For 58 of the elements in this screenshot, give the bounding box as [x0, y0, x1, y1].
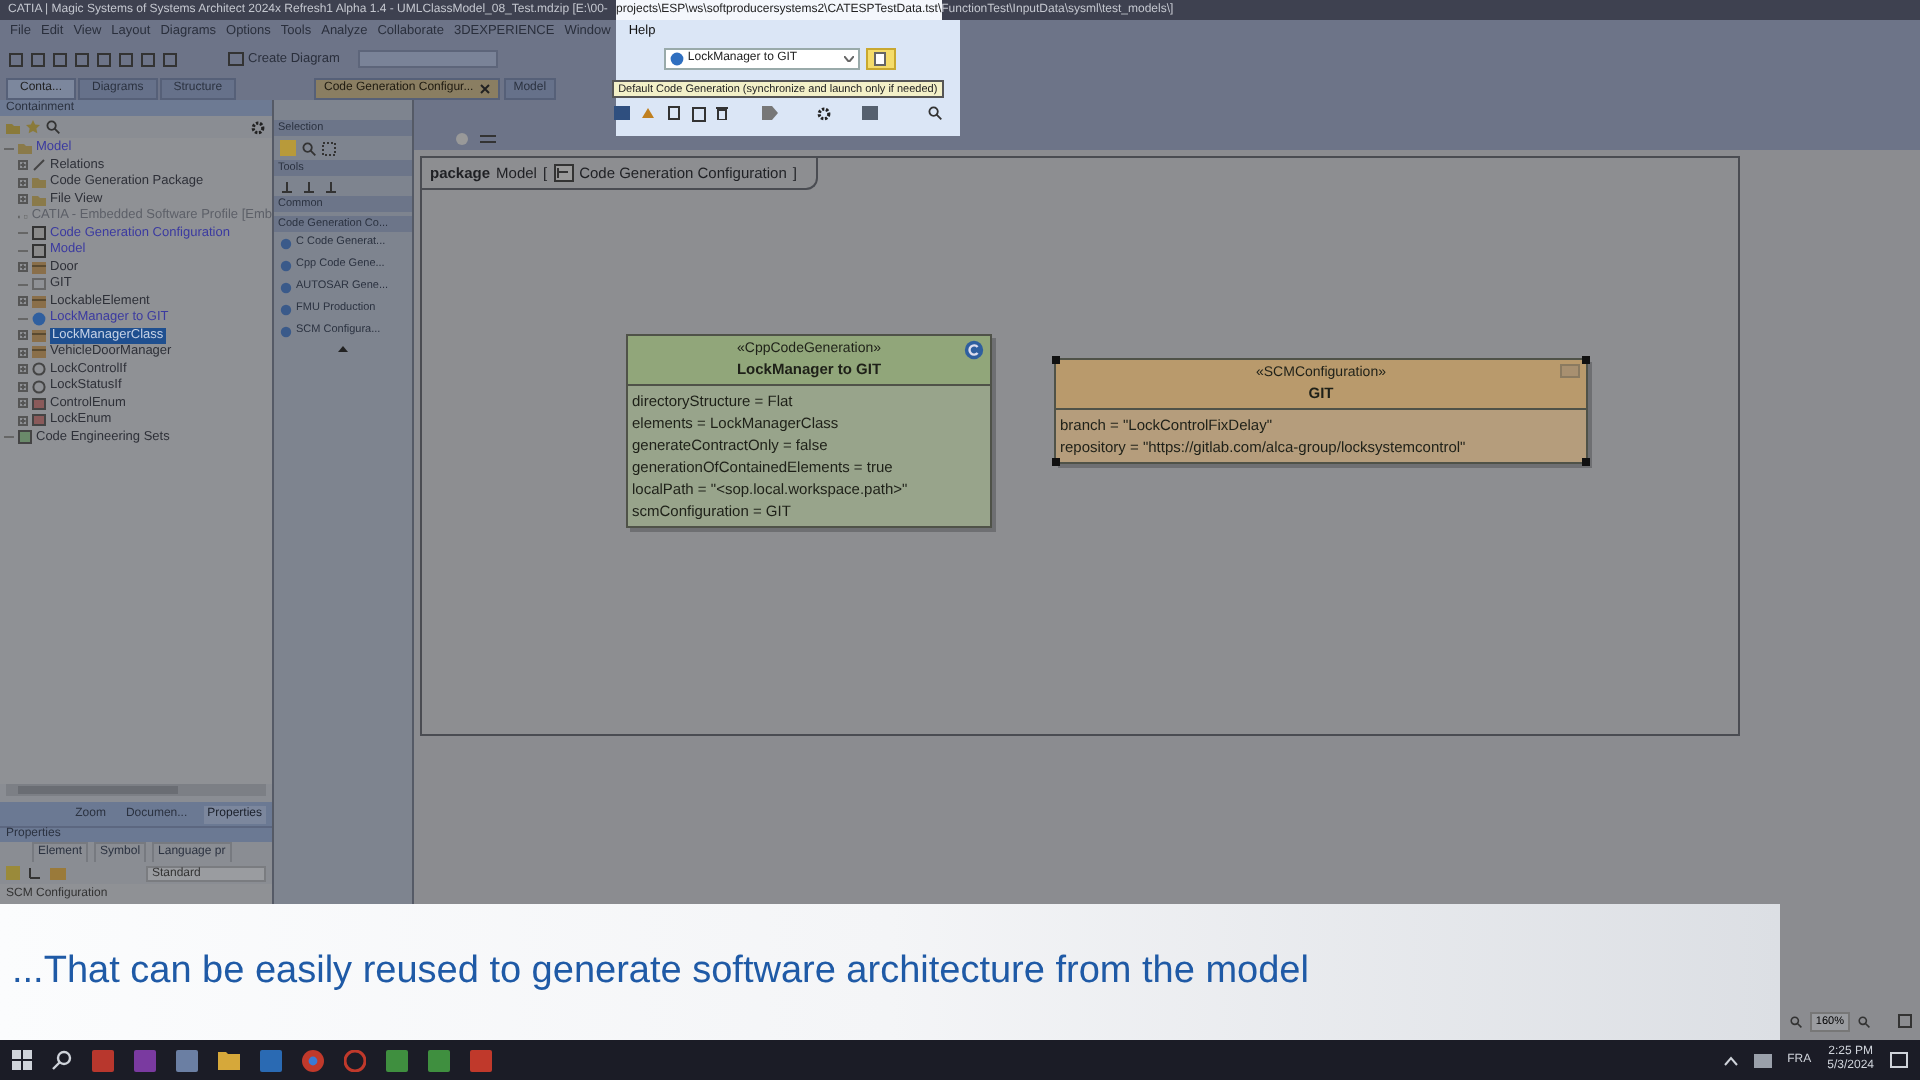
- search-field[interactable]: [357, 50, 498, 68]
- diagram-icon: [553, 164, 574, 182]
- marquee-icon[interactable]: [322, 141, 336, 155]
- tool-icon[interactable]: [302, 179, 316, 193]
- browser-icon[interactable]: [302, 1049, 324, 1071]
- app-icon[interactable]: [260, 1049, 282, 1071]
- paint-icon[interactable]: [640, 106, 658, 120]
- tool-icon[interactable]: [324, 179, 338, 193]
- class-icon: [32, 261, 46, 274]
- caption-text: ...That can be easily reused to generate software architecture from the model: [12, 947, 1309, 996]
- search-icon[interactable]: [52, 1050, 72, 1070]
- app-icon[interactable]: [386, 1049, 408, 1071]
- diagram-icon: [228, 52, 244, 66]
- app-icon[interactable]: [134, 1049, 156, 1071]
- app-icon[interactable]: [344, 1049, 366, 1071]
- export-icon[interactable]: [762, 106, 778, 120]
- class-icon: [32, 346, 46, 359]
- star-icon[interactable]: [26, 120, 40, 134]
- config-icon: [669, 52, 684, 66]
- scrollbar-thumb[interactable]: [18, 786, 178, 794]
- toggle-icon[interactable]: [454, 131, 470, 145]
- class-icon: [32, 295, 46, 308]
- notification-icon[interactable]: [1890, 1051, 1908, 1069]
- app-icon[interactable]: [470, 1049, 492, 1071]
- tool-icon[interactable]: [280, 179, 294, 193]
- generation-block[interactable]: [626, 334, 992, 528]
- zoom-icon[interactable]: [302, 141, 316, 155]
- zoom-in-icon[interactable]: [1858, 1015, 1870, 1028]
- sort-icon[interactable]: [28, 866, 42, 880]
- c-logo-icon: [964, 340, 984, 360]
- class-icon: [32, 329, 46, 342]
- generation-icon: [32, 311, 46, 326]
- scroll-up-icon[interactable]: [338, 346, 348, 352]
- resize-handle[interactable]: [1582, 356, 1590, 364]
- app-icon[interactable]: [176, 1049, 198, 1071]
- delete-icon[interactable]: [716, 106, 728, 120]
- clipboard-icon[interactable]: [692, 105, 706, 121]
- close-icon[interactable]: [479, 84, 490, 94]
- relation-icon: [32, 158, 46, 173]
- network-icon[interactable]: [1753, 1053, 1772, 1067]
- resize-handle[interactable]: [1052, 356, 1060, 364]
- caret-icon: [843, 56, 854, 62]
- window-icon[interactable]: [1898, 1014, 1912, 1029]
- windows-start-icon[interactable]: [12, 1050, 32, 1070]
- config-icon: [1560, 364, 1580, 378]
- app-icon[interactable]: [428, 1049, 450, 1071]
- settings-icon[interactable]: [816, 105, 832, 121]
- search-icon[interactable]: [928, 106, 942, 120]
- sets-icon: [18, 430, 32, 445]
- resize-handle[interactable]: [1052, 458, 1060, 466]
- app-icon[interactable]: [92, 1049, 114, 1071]
- copy-icon[interactable]: [668, 105, 682, 121]
- chevron-up-icon[interactable]: [1723, 1055, 1738, 1065]
- config-icon: [32, 278, 46, 291]
- swap-icon[interactable]: [480, 131, 496, 145]
- zoom-out-icon[interactable]: [1789, 1015, 1802, 1028]
- resize-handle[interactable]: [1582, 458, 1590, 466]
- generate-code-button[interactable]: [865, 48, 896, 70]
